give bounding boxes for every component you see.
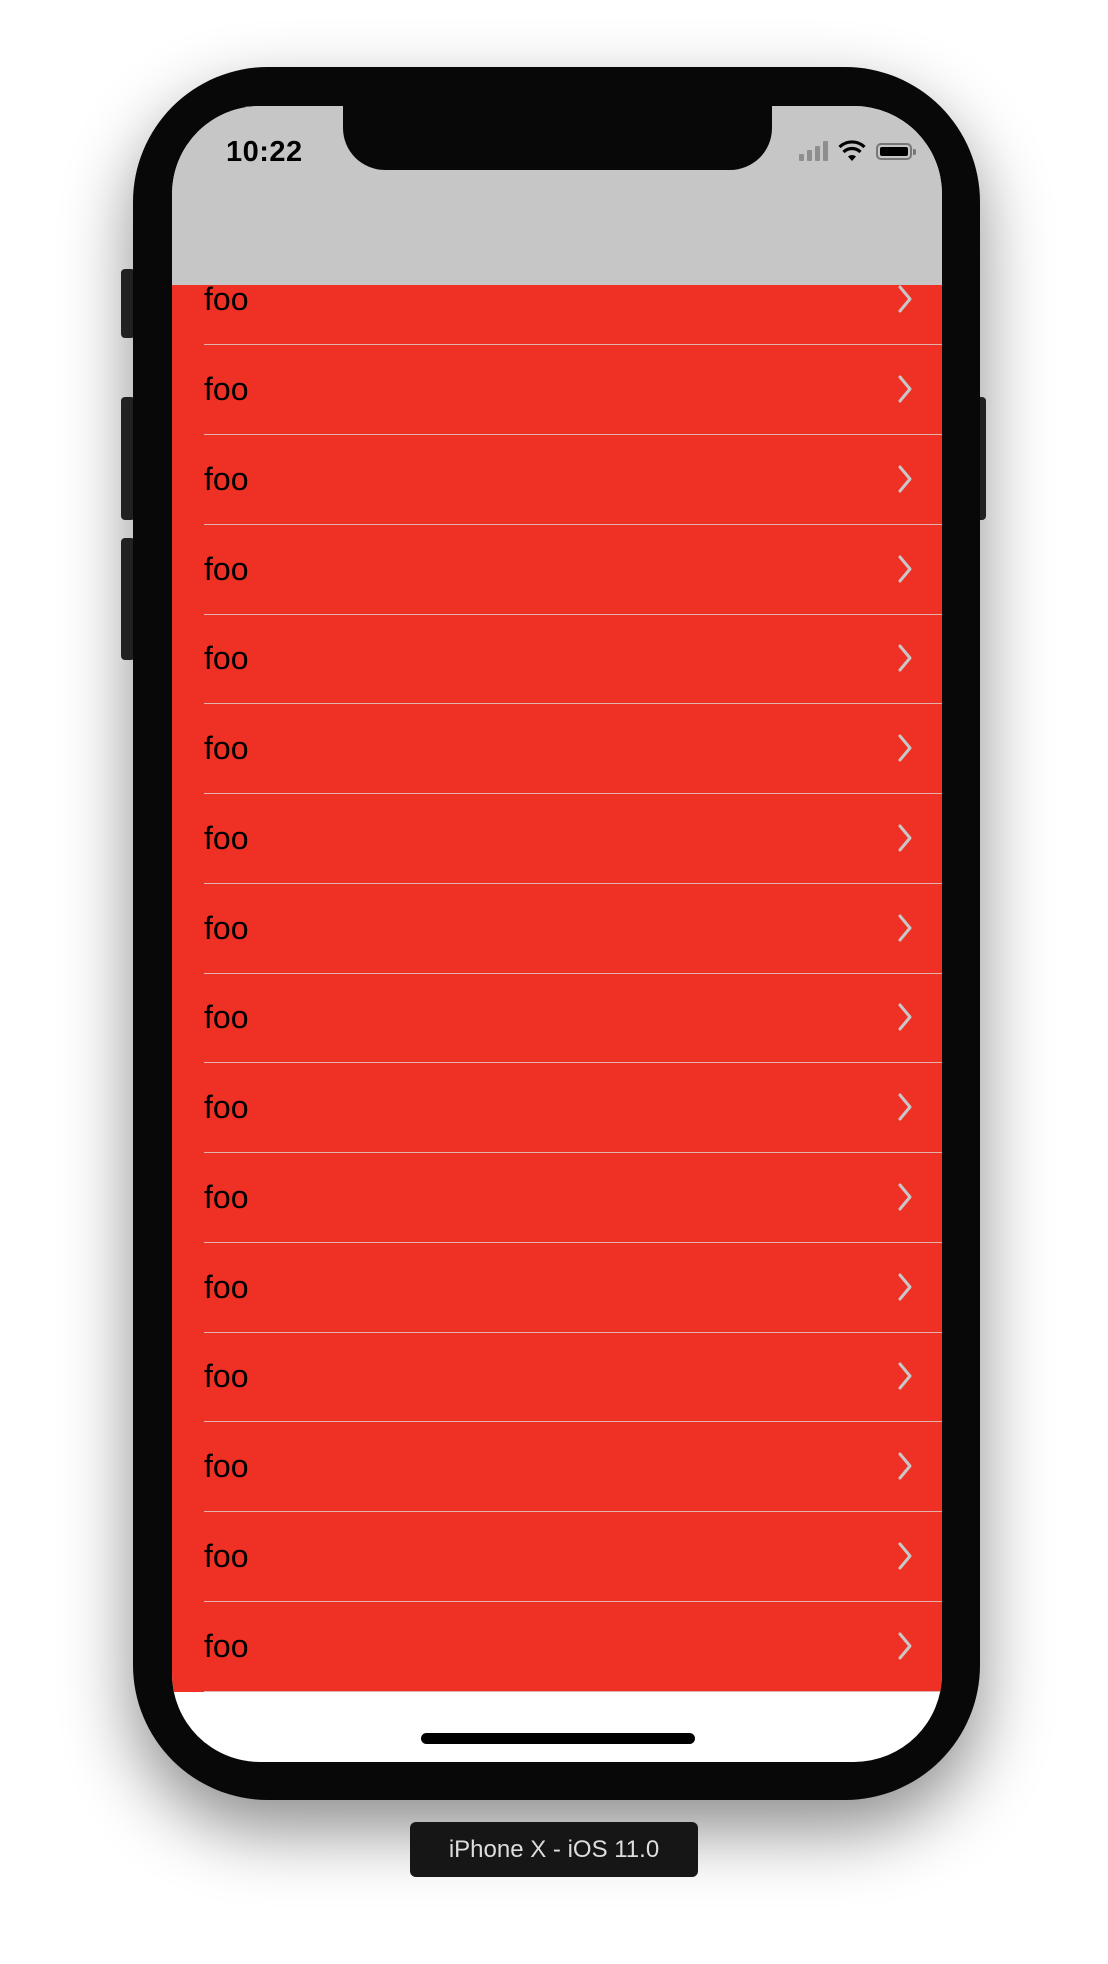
chevron-right-icon: [898, 1273, 912, 1300]
chevron-right-icon: [898, 1003, 912, 1031]
row-label: foo: [204, 460, 249, 497]
row-label: foo: [204, 371, 249, 407]
row-label: foo: [204, 730, 249, 766]
table-row[interactable]: foo: [172, 1243, 942, 1333]
chevron-right-icon: [898, 555, 912, 582]
chevron-right-icon: [898, 824, 912, 852]
device-screen: 10:22 foo foo foo foo foo foo foo foo foo foo foo f…: [172, 106, 942, 1762]
row-label: foo: [204, 819, 249, 856]
row-label: foo: [204, 1537, 249, 1574]
chevron-right-icon: [898, 465, 912, 493]
row-label: foo: [204, 909, 249, 946]
table-row[interactable]: foo: [172, 435, 942, 525]
table-view[interactable]: foo foo foo foo foo foo foo foo foo foo foo foo foo f…: [172, 285, 942, 1692]
chevron-right-icon: [898, 644, 912, 672]
chevron-right-icon: [898, 375, 912, 403]
row-label: foo: [204, 1627, 249, 1664]
table-row[interactable]: foo: [172, 973, 942, 1064]
row-label: foo: [204, 1178, 249, 1215]
chevron-right-icon: [898, 1093, 912, 1121]
device-label: iPhone X - iOS 11.0: [410, 1822, 698, 1877]
row-label: foo: [204, 1268, 249, 1305]
chevron-right-icon: [898, 285, 912, 313]
table-row[interactable]: foo: [172, 794, 942, 884]
table-row[interactable]: foo: [172, 1153, 942, 1243]
table-row[interactable]: foo: [172, 1422, 942, 1512]
row-label: foo: [204, 1448, 249, 1484]
chevron-right-icon: [898, 1452, 912, 1480]
row-label: foo: [204, 550, 249, 587]
table-row[interactable]: foo: [172, 1332, 942, 1423]
table-row[interactable]: foo: [172, 1063, 942, 1153]
table-row[interactable]: foo: [172, 285, 942, 346]
chevron-right-icon: [898, 914, 912, 941]
chevron-right-icon: [898, 1183, 912, 1211]
table-row[interactable]: foo: [172, 1512, 942, 1602]
table-row[interactable]: foo: [172, 525, 942, 615]
battery-icon: [876, 142, 916, 160]
table-row[interactable]: foo: [172, 345, 942, 435]
status-icons: [799, 140, 916, 162]
row-label: foo: [204, 1358, 249, 1395]
row-separator: [204, 1690, 942, 1692]
home-indicator[interactable]: [421, 1733, 695, 1744]
chevron-right-icon: [898, 1632, 912, 1659]
row-label: foo: [204, 999, 249, 1036]
cellular-signal-icon: [799, 141, 828, 161]
table-row[interactable]: foo: [172, 1602, 942, 1692]
chevron-right-icon: [898, 1362, 912, 1390]
table-row[interactable]: foo: [172, 704, 942, 794]
row-label: foo: [204, 1089, 249, 1125]
row-label: foo: [204, 640, 249, 677]
row-label: foo: [204, 285, 249, 318]
sensor-notch: [343, 106, 772, 170]
chevron-right-icon: [898, 1542, 912, 1570]
table-row[interactable]: foo: [172, 614, 942, 705]
wifi-icon: [838, 140, 866, 161]
chevron-right-icon: [898, 734, 912, 762]
status-time: 10:22: [226, 136, 303, 168]
table-row[interactable]: foo: [172, 884, 942, 974]
